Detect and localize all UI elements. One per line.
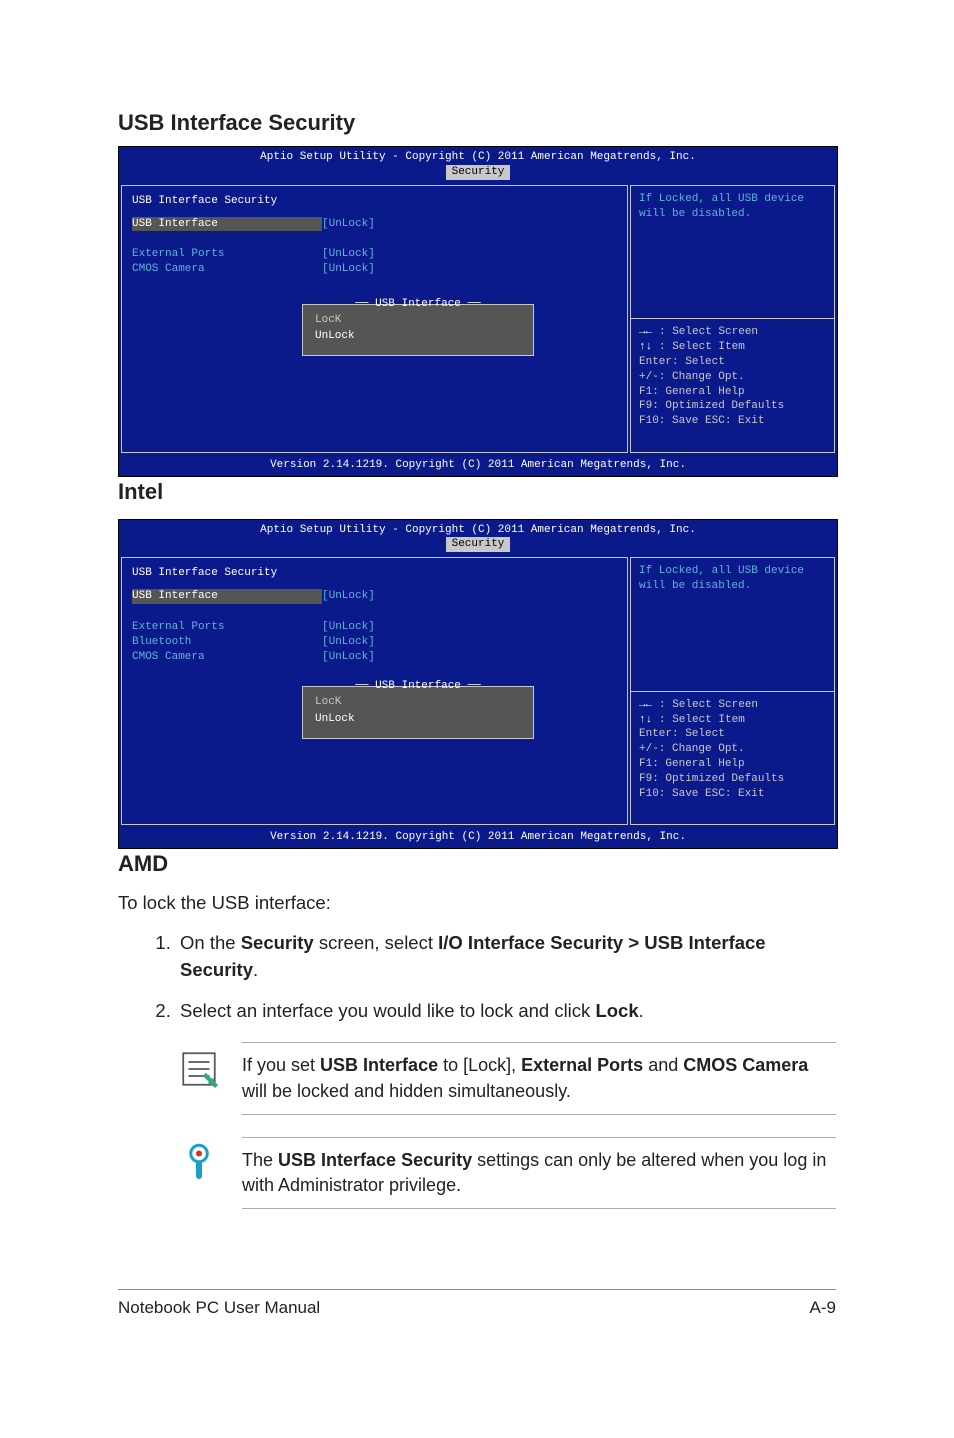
- arrows-ud-icon: ↑↓: [639, 340, 659, 355]
- bios-row-label: External Ports: [132, 247, 322, 262]
- bios-footer: Version 2.14.1219. Copyright (C) 2011 Am…: [119, 455, 837, 476]
- bios-screenshot-intel: Aptio Setup Utility - Copyright (C) 2011…: [118, 146, 838, 477]
- bios-row-value: [UnLock]: [322, 650, 375, 665]
- bios-help-box: If Locked, all USB device will be disabl…: [630, 557, 835, 692]
- bios-usb-interface-label: USB Interface: [132, 589, 322, 604]
- arrows-lr-icon: →←: [639, 698, 659, 713]
- bios-popup-title: ── USB Interface ──: [303, 297, 533, 312]
- note-callout: If you set USB Interface to [Lock], Exte…: [178, 1042, 836, 1114]
- arrows-ud-icon: ↑↓: [639, 713, 659, 728]
- bios-footer: Version 2.14.1219. Copyright (C) 2011 Am…: [119, 827, 837, 848]
- instruction-step: Select an interface you would like to lo…: [176, 998, 836, 1025]
- bios-popup-option-unlock: UnLock: [303, 711, 533, 728]
- bios-row-value: [UnLock]: [322, 247, 375, 262]
- instruction-step: On the Security screen, select I/O Inter…: [176, 930, 836, 984]
- section-heading: USB Interface Security: [118, 110, 836, 136]
- bios-row-label: CMOS Camera: [132, 262, 322, 277]
- bios-row-value: [UnLock]: [322, 620, 375, 635]
- tip-callout: The USB Interface Security settings can …: [178, 1137, 836, 1209]
- bios-legend-box: →←: Select Screen ↑↓: Select Item Enter:…: [630, 692, 835, 826]
- bios-popup-title: ── USB Interface ──: [303, 679, 533, 694]
- note-text: If you set USB Interface to [Lock], Exte…: [242, 1042, 836, 1114]
- page-footer: Notebook PC User Manual A-9: [118, 1289, 836, 1318]
- bios-row-value: [UnLock]: [322, 635, 375, 650]
- tip-text: The USB Interface Security settings can …: [242, 1137, 836, 1209]
- bios-row-value: [UnLock]: [322, 262, 375, 277]
- bios-tab-security: Security: [446, 165, 511, 180]
- bios-screenshot-amd: Aptio Setup Utility - Copyright (C) 2011…: [118, 519, 838, 850]
- note-icon: [178, 1048, 220, 1090]
- bios-usb-interface-value: [UnLock]: [322, 589, 375, 604]
- bios-usb-interface-value: [UnLock]: [322, 217, 375, 232]
- bios-tab-security: Security: [446, 537, 511, 552]
- bios-header: Aptio Setup Utility - Copyright (C) 2011…: [260, 524, 696, 536]
- bios-popup: ── USB Interface ── LocK UnLock: [302, 304, 534, 357]
- bios-row-label: External Ports: [132, 620, 322, 635]
- footer-page-number: A-9: [810, 1298, 836, 1318]
- bios-section-title: USB Interface Security: [132, 194, 617, 209]
- tip-icon: [178, 1143, 220, 1185]
- bios-popup-option-lock: LocK: [303, 312, 533, 329]
- platform-label-intel: Intel: [118, 479, 836, 505]
- arrows-lr-icon: →←: [639, 325, 659, 340]
- bios-section-title: USB Interface Security: [132, 566, 617, 581]
- platform-label-amd: AMD: [118, 851, 836, 877]
- instructions-lead: To lock the USB interface:: [118, 891, 836, 916]
- footer-title: Notebook PC User Manual: [118, 1298, 320, 1318]
- bios-popup: ── USB Interface ── LocK UnLock: [302, 686, 534, 739]
- instructions-list: On the Security screen, select I/O Inter…: [118, 930, 836, 1024]
- bios-help-box: If Locked, all USB device will be disabl…: [630, 185, 835, 320]
- bios-popup-option-lock: LocK: [303, 694, 533, 711]
- bios-popup-option-unlock: UnLock: [303, 328, 533, 345]
- bios-usb-interface-label: USB Interface: [132, 217, 322, 232]
- bios-row-label: CMOS Camera: [132, 650, 322, 665]
- bios-legend-box: →←: Select Screen ↑↓: Select Item Enter:…: [630, 319, 835, 453]
- bios-header: Aptio Setup Utility - Copyright (C) 2011…: [260, 151, 696, 163]
- bios-row-label: Bluetooth: [132, 635, 322, 650]
